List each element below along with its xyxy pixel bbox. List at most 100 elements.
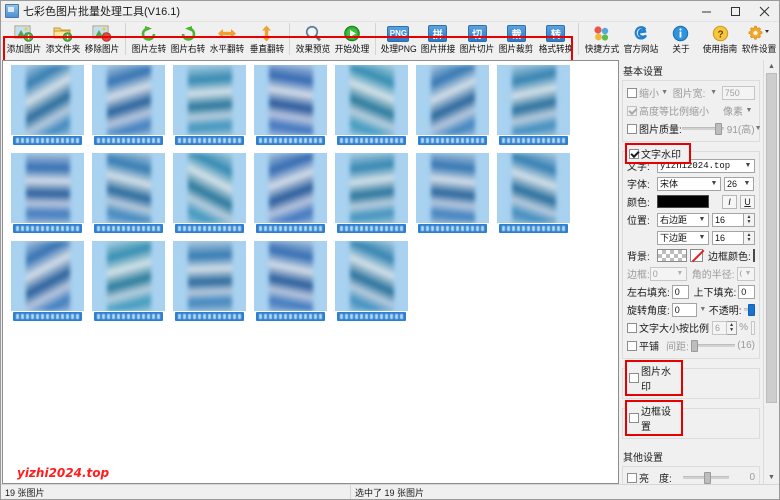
watermark-rotate-arrow[interactable]: ▼ <box>697 306 709 313</box>
quality-value: 91(高) <box>726 125 755 136</box>
watermark-position-h-combobox[interactable]: 右边距 ▼ <box>657 212 709 227</box>
keep-ratio-checkbox[interactable] <box>627 105 637 116</box>
watermark-fontsize-combobox[interactable]: 26 ▼ <box>724 176 754 191</box>
thumbnail-item[interactable] <box>11 65 84 145</box>
other-slider-knob[interactable] <box>704 471 712 484</box>
thumbnail-item[interactable] <box>416 153 489 233</box>
toolbar-button-flip-horizontal[interactable]: 水平翻转 <box>208 22 247 58</box>
quality-slider[interactable] <box>681 122 724 135</box>
toolbar-button-help[interactable]: ? 使用指南 <box>700 22 739 58</box>
thumbnail-pane[interactable]: yizhi2024.top <box>2 60 619 484</box>
thumbnail-item[interactable] <box>335 241 408 321</box>
watermark-border-combobox[interactable]: 0 ▼ <box>649 266 687 281</box>
toolbar-button-settings[interactable]: 软件设置 <box>740 22 779 58</box>
scroll-up-arrow[interactable]: ▲ <box>764 60 779 73</box>
toolbar-button-about[interactable]: 关于 <box>661 22 700 58</box>
no-background-icon[interactable] <box>690 249 703 262</box>
width-mode-arrow[interactable]: ▼ <box>708 89 718 96</box>
toolbar-button-website[interactable]: 官方网站 <box>622 22 661 58</box>
thumbnail-item[interactable] <box>173 153 246 233</box>
maximize-button[interactable] <box>721 1 750 21</box>
watermark-scale-quality-combobox[interactable]: 高 ▼ <box>751 320 755 335</box>
watermark-scale-spinner[interactable]: ▲ ▼ <box>727 320 738 335</box>
quality-slider-knob[interactable] <box>714 122 722 135</box>
watermark-border-color-swatch[interactable] <box>752 249 755 262</box>
text-watermark-checkbox[interactable] <box>629 148 639 159</box>
text-watermark-header[interactable]: 文字水印 <box>625 143 691 164</box>
quality-arrow[interactable]: ▼ <box>755 125 762 132</box>
other-slider[interactable] <box>683 471 729 484</box>
thumbnail-item[interactable] <box>92 241 165 321</box>
thumbnail-image-content <box>187 153 232 223</box>
watermark-position-v-input[interactable]: 16 <box>712 230 744 245</box>
other-slider-checkbox[interactable] <box>627 472 637 483</box>
watermark-scale-checkbox[interactable] <box>627 322 637 333</box>
toolbar-button-rotate-right[interactable]: 图片右转 <box>168 22 207 58</box>
toolbar-button-add-folder[interactable]: 添文件夹 <box>43 22 82 58</box>
shrink-checkbox[interactable] <box>627 87 637 98</box>
toolbar-button-preview[interactable]: 效果预览 <box>293 22 332 58</box>
slice-badge: 切 <box>467 25 487 42</box>
thumbnail-item[interactable] <box>92 65 165 145</box>
border-settings-checkbox[interactable] <box>629 413 639 423</box>
italic-button[interactable]: I <box>722 194 737 209</box>
opacity-slider-knob[interactable] <box>748 303 755 316</box>
underline-button[interactable]: U <box>740 194 755 209</box>
watermark-font-combobox[interactable]: 宋体 ▼ <box>657 176 721 191</box>
toolbar-button-start-process[interactable]: 开始处理 <box>333 22 372 58</box>
image-watermark-checkbox[interactable] <box>629 373 639 383</box>
watermark-radius-combobox[interactable]: 0 ▼ <box>736 266 755 281</box>
border-settings-header[interactable]: 边框设置 <box>625 400 683 436</box>
scroll-down-arrow[interactable]: ▼ <box>764 471 779 484</box>
width-value-input[interactable]: 750 <box>721 85 755 100</box>
watermark-opacity-slider[interactable] <box>743 303 755 316</box>
watermark-position-h-spinner[interactable]: ▲ ▼ <box>744 212 755 227</box>
watermark-tile-checkbox[interactable] <box>627 340 637 351</box>
quality-checkbox[interactable] <box>627 123 637 134</box>
thumbnail-item[interactable] <box>335 153 408 233</box>
scrollbar-thumb[interactable] <box>766 73 777 403</box>
minimize-button[interactable] <box>692 1 721 21</box>
thumbnail-item[interactable] <box>173 241 246 321</box>
tile-gap-slider-knob[interactable] <box>690 339 698 352</box>
thumbnail-item[interactable] <box>497 65 570 145</box>
watermark-position-v-combobox[interactable]: 下边距 ▼ <box>657 230 709 245</box>
watermark-position-h-input[interactable]: 16 <box>712 212 744 227</box>
thumbnail-item[interactable] <box>254 241 327 321</box>
thumbnail-item[interactable] <box>11 241 84 321</box>
thumbnail-item[interactable] <box>11 153 84 233</box>
watermark-position-v-spinner[interactable]: ▲ ▼ <box>744 230 755 245</box>
watermark-scale-input[interactable]: 6 <box>712 320 728 335</box>
watermark-pad-lr-input[interactable]: 0 <box>671 284 689 299</box>
image-watermark-header[interactable]: 图片水印 <box>625 360 683 396</box>
toolbar-button-rotate-left[interactable]: 图片左转 <box>129 22 168 58</box>
toolbar-button-add-image[interactable]: 添加图片 <box>4 22 43 58</box>
thumbnail-item[interactable] <box>92 153 165 233</box>
toolbar-label: 软件设置 <box>742 44 777 54</box>
toolbar-button-flip-vertical[interactable]: 垂直翻转 <box>247 22 286 58</box>
keep-ratio-mode-arrow[interactable]: ▼ <box>743 107 755 114</box>
watermark-pad-tb-input[interactable]: 0 <box>738 284 755 299</box>
thumbnail-item[interactable] <box>335 65 408 145</box>
close-button[interactable] <box>750 1 779 21</box>
watermark-color-swatch[interactable] <box>657 195 709 208</box>
thumbnail-item[interactable] <box>173 65 246 145</box>
watermark-background-swatch[interactable] <box>657 249 687 262</box>
toolbar-label: 图片右转 <box>170 44 206 54</box>
toolbar-button-shortcut[interactable]: 快捷方式 <box>582 22 621 58</box>
toolbar-button-remove-image[interactable]: 移除图片 <box>83 22 122 58</box>
thumbnail-image <box>335 65 408 135</box>
shrink-mode-arrow[interactable]: ▼ <box>659 89 669 96</box>
toolbar-button-crop[interactable]: 裁 图片裁剪 <box>497 22 536 58</box>
watermark-rotate-input[interactable]: 0 <box>671 302 697 317</box>
thumbnail-item[interactable] <box>497 153 570 233</box>
settings-scrollbar[interactable]: ▲ ▼ <box>763 60 779 484</box>
toolbar-button-slice[interactable]: 切 图片切片 <box>457 22 496 58</box>
toolbar-button-stitch[interactable]: 拼 图片拼接 <box>418 22 457 58</box>
thumbnail-item[interactable] <box>254 65 327 145</box>
toolbar-button-convert[interactable]: 转 格式转换 <box>536 22 575 58</box>
watermark-tile-gap-slider[interactable] <box>690 339 736 352</box>
thumbnail-item[interactable] <box>254 153 327 233</box>
toolbar-button-process-png[interactable]: PNG 处理PNG <box>379 22 418 58</box>
thumbnail-item[interactable] <box>416 65 489 145</box>
